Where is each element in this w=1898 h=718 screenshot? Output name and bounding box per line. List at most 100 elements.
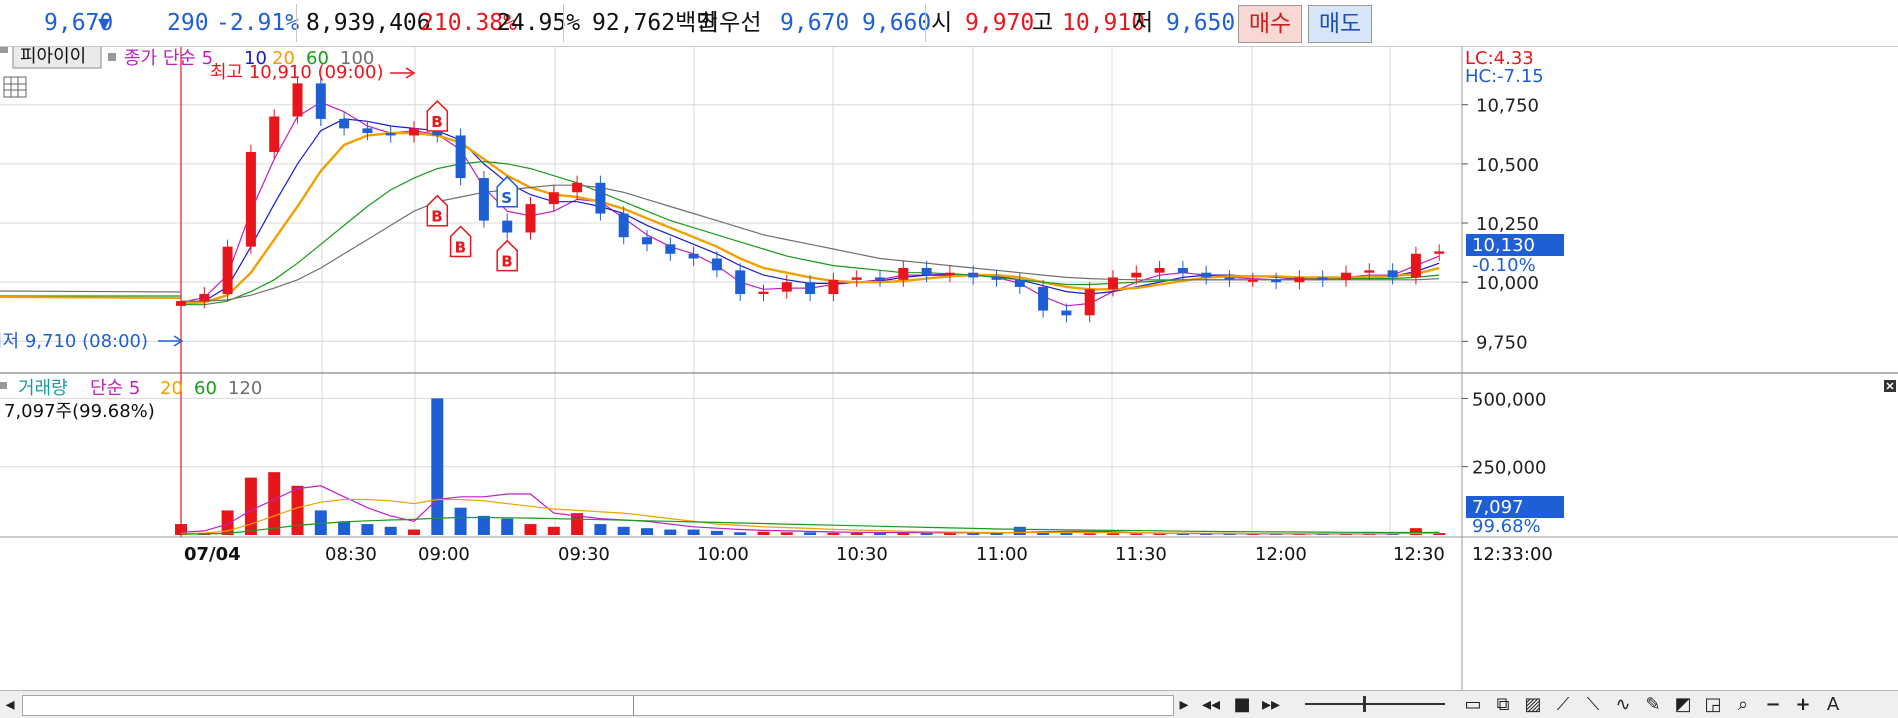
zoom-in-icon[interactable]: + <box>1790 693 1816 716</box>
export-icon[interactable]: ◲ <box>1700 693 1726 716</box>
zoom-slider-handle[interactable] <box>1363 696 1366 712</box>
candle-up <box>1410 253 1421 278</box>
fill-icon[interactable]: ◩ <box>1670 693 1696 716</box>
close-panel-icon[interactable] <box>1884 380 1896 392</box>
volume-bar <box>547 526 560 535</box>
scroll-left-icon[interactable]: ◂ <box>2 693 18 716</box>
volume-bar <box>850 532 863 535</box>
volume-bar <box>874 532 886 535</box>
stock-chart[interactable]: 9,750 10,000 10,250 10,500 10,750 250,000 500… <box>0 47 1898 690</box>
candle-up <box>409 128 419 136</box>
wave-tool-icon[interactable]: ∿ <box>1610 693 1636 716</box>
volume-bar <box>454 507 467 535</box>
scroll-thumb[interactable] <box>633 696 634 715</box>
open-price: 9,970 <box>965 10 1035 36</box>
candle-down <box>1317 277 1328 280</box>
low-label: 저 <box>1132 10 1154 36</box>
candle-up <box>1247 279 1258 282</box>
volume-bar <box>710 530 723 535</box>
current-volume-label: 7,097 <box>1472 497 1524 518</box>
volume-bar <box>408 529 420 535</box>
rewind-icon[interactable]: ◂◂ <box>1198 693 1224 716</box>
volume-bar <box>477 515 490 535</box>
buy-button[interactable]: 매수 <box>1238 5 1302 43</box>
candle-up <box>269 116 280 153</box>
volume-bar <box>291 485 304 535</box>
price-tick-label: 10,750 <box>1476 96 1539 117</box>
pattern-icon[interactable]: ▨ <box>1520 693 1546 716</box>
zoom-slider[interactable] <box>1305 696 1445 712</box>
line-tool-icon[interactable]: ⟍ <box>1580 693 1606 716</box>
candle-up <box>898 267 909 280</box>
sell-button[interactable]: 매도 <box>1308 5 1372 43</box>
volume-bar <box>1060 532 1073 535</box>
volume-legend-name: 거래량 <box>18 378 68 399</box>
window-icon[interactable]: ▭ <box>1460 693 1486 716</box>
volume-bar <box>501 518 514 535</box>
open-label: 시 <box>931 10 953 36</box>
candle-down <box>1177 267 1188 273</box>
candle-up <box>572 182 583 193</box>
time-tick-label: 10:00 <box>697 544 749 565</box>
price-tick-label: 10,250 <box>1476 214 1539 235</box>
candle-down <box>665 244 676 254</box>
divider <box>296 4 297 42</box>
time-tick-label: 10:30 <box>836 544 888 565</box>
turnover-rate: 24.95% <box>497 10 581 36</box>
candle-down <box>1387 270 1398 278</box>
price-tick-label: 10,000 <box>1476 273 1539 294</box>
ticker-name: 피아이이 <box>20 47 86 67</box>
volume-bar <box>967 533 980 535</box>
trendline-icon[interactable]: ⟋ <box>1550 693 1576 716</box>
volume-last-info: 7,097주(99.68%) <box>4 401 155 422</box>
chart-toolbar: ◂ ▸ ◂◂ ■ ▸▸ ▭ ⧉ ▨ ⟋ ⟍ ∿ ✎ ◩ ◲ ⌕ − + A <box>0 690 1898 718</box>
candle-down <box>339 118 350 129</box>
price-change-pct: -2.91% <box>216 10 300 36</box>
candle-down <box>735 270 746 295</box>
volume-bar <box>338 521 351 535</box>
divider <box>925 4 926 42</box>
volume-bar <box>687 529 700 535</box>
candle-down <box>502 220 513 233</box>
candle-up <box>176 301 186 306</box>
search-icon[interactable]: ⌕ <box>1730 693 1756 716</box>
candle-up <box>1434 251 1445 254</box>
signal-label: B <box>431 208 442 226</box>
candle-up <box>245 152 256 247</box>
signal-label: B <box>501 253 512 271</box>
volume-bar <box>384 526 397 535</box>
signal-label: B <box>431 113 442 131</box>
volume-tick-label: 500,000 <box>1472 389 1546 410</box>
time-tick-label: 11:30 <box>1115 544 1167 565</box>
candle-up <box>1341 272 1351 280</box>
price-change: 290 <box>167 10 209 36</box>
volume-bar <box>1083 533 1096 535</box>
volume-bar <box>804 532 817 535</box>
high-annotation-text: 최고 10,910 (09:00) <box>210 62 383 83</box>
horizontal-scrollbar[interactable] <box>22 695 1174 716</box>
zoom-out-icon[interactable]: − <box>1760 693 1786 716</box>
ma20-premarket-line <box>0 296 182 299</box>
volume-bar <box>1130 533 1143 535</box>
grid-table-icon[interactable] <box>3 76 27 98</box>
candle-up <box>1294 277 1305 283</box>
time-tick-label: 09:30 <box>558 544 610 565</box>
ma-legend-label: 종가 단순 5 <box>124 48 213 69</box>
candle-down <box>385 133 396 136</box>
candle-down <box>1038 286 1049 311</box>
high-label: 고 <box>1032 10 1054 36</box>
scroll-right-icon[interactable]: ▸ <box>1176 693 1192 716</box>
divider <box>563 4 564 42</box>
down-triangle-icon: ▼ <box>98 11 111 35</box>
volume-ma20-legend: 20 <box>160 378 183 399</box>
high-annotation: 최고 10,910 (09:00) <box>210 62 416 83</box>
candle-up <box>1084 289 1095 316</box>
text-tool-icon[interactable]: A <box>1820 693 1846 716</box>
fast-forward-icon[interactable]: ▸▸ <box>1258 693 1284 716</box>
split-window-icon[interactable]: ⧉ <box>1490 693 1516 716</box>
volume-bar <box>1153 533 1166 535</box>
stop-icon[interactable]: ■ <box>1232 693 1252 716</box>
candle-up <box>1154 267 1165 273</box>
brush-icon[interactable]: ✎ <box>1640 693 1666 716</box>
candle-down <box>618 213 629 238</box>
